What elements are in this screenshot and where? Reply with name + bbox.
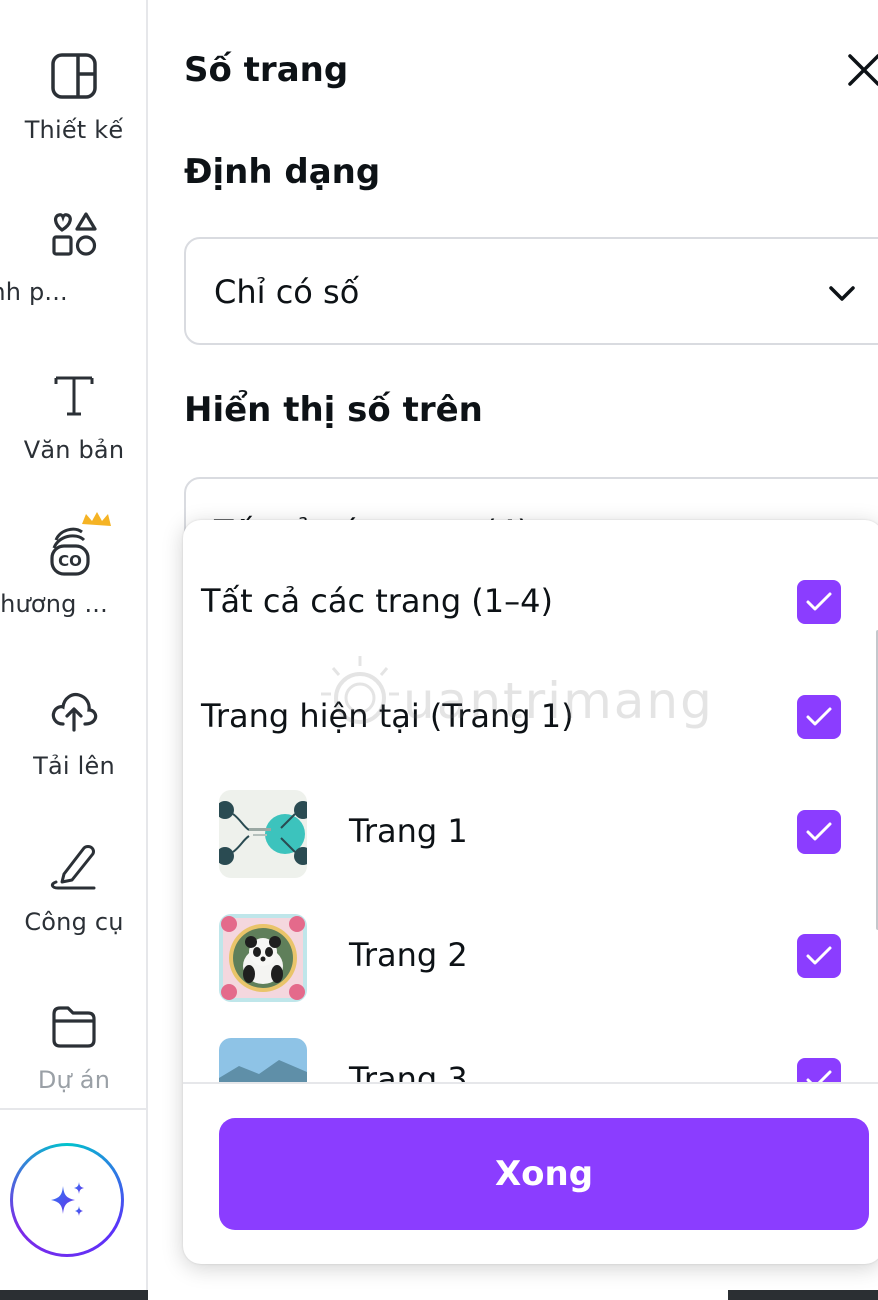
- checkbox[interactable]: [797, 1058, 841, 1082]
- draw-icon: [50, 845, 96, 890]
- sidebar-item-upload[interactable]: Tải lên: [0, 684, 148, 780]
- sparkles-icon: [51, 1182, 84, 1216]
- chevron-down-icon: [829, 286, 855, 301]
- sidebar-divider: [0, 1108, 148, 1110]
- show-on-label: Hiển thị số trên: [184, 390, 483, 430]
- sidebar-item-text[interactable]: Văn bản: [0, 370, 148, 464]
- checkbox[interactable]: [797, 580, 841, 624]
- done-button[interactable]: Xong: [219, 1118, 869, 1230]
- option-current-page[interactable]: Trang hiện tại (Trang 1): [183, 665, 878, 765]
- checkbox[interactable]: [797, 695, 841, 739]
- option-label: Trang 3: [349, 1060, 468, 1082]
- sidebar-item-label: hành p...: [0, 278, 68, 306]
- svg-text:CO: CO: [58, 552, 82, 570]
- option-label: Trang hiện tại (Trang 1): [201, 697, 574, 735]
- check-icon: [806, 707, 832, 726]
- option-page-3[interactable]: Trang 3: [183, 1028, 878, 1082]
- checkbox[interactable]: [797, 934, 841, 978]
- left-sidebar: Thiết kế hành p... Văn bản CO hương ...: [0, 0, 148, 1300]
- magic-button[interactable]: [10, 1143, 124, 1257]
- folder-icon: [52, 1006, 96, 1048]
- layout-icon: [51, 53, 97, 99]
- check-icon: [806, 1070, 832, 1082]
- check-icon: [806, 946, 832, 965]
- panel-title: Số trang: [184, 50, 349, 90]
- page-3-thumbnail: [219, 1038, 307, 1082]
- format-select[interactable]: Chỉ có số: [184, 237, 878, 345]
- sidebar-item-label: hương ...: [0, 590, 108, 618]
- sidebar-item-brand[interactable]: CO hương ...: [0, 512, 148, 618]
- sidebar-item-tools[interactable]: Công cụ: [0, 840, 148, 936]
- format-label: Định dạng: [184, 152, 381, 192]
- option-label: Tất cả các trang (1–4): [201, 582, 553, 620]
- option-all-pages[interactable]: Tất cả các trang (1–4): [183, 550, 878, 650]
- close-icon[interactable]: [844, 50, 878, 90]
- sidebar-item-label: Thiết kế: [24, 116, 124, 144]
- option-page-2[interactable]: Trang 2: [183, 904, 878, 1004]
- format-select-value: Chỉ có số: [214, 273, 360, 311]
- brand-kit-icon: CO: [50, 512, 111, 576]
- option-label: Trang 1: [349, 812, 468, 850]
- sidebar-item-label: Văn bản: [23, 436, 125, 464]
- page-2-thumbnail: [219, 914, 307, 1002]
- option-page-1[interactable]: Trang 1: [183, 780, 878, 880]
- check-icon: [806, 592, 832, 611]
- check-icon: [806, 822, 832, 841]
- checkbox[interactable]: [797, 810, 841, 854]
- sidebar-item-elements[interactable]: hành p...: [0, 208, 148, 306]
- text-icon: [54, 376, 94, 416]
- sidebar-item-label: Dự án: [37, 1066, 111, 1094]
- pages-list: Tất cả các trang (1–4) Trang hiện tại (T…: [183, 520, 878, 1082]
- cloud-upload-icon: [51, 692, 98, 732]
- pages-dropdown: Tất cả các trang (1–4) Trang hiện tại (T…: [183, 520, 878, 1264]
- sidebar-item-label: Công cụ: [24, 908, 124, 936]
- dropdown-divider: [183, 1082, 878, 1084]
- crown-icon: [82, 512, 111, 526]
- option-label: Trang 2: [349, 936, 468, 974]
- sidebar-item-label: Tải lên: [33, 752, 115, 780]
- elements-icon: [52, 212, 97, 256]
- sidebar-item-design[interactable]: Thiết kế: [0, 50, 148, 144]
- sidebar-item-projects[interactable]: Dự án: [0, 1000, 148, 1094]
- page-1-thumbnail: [219, 790, 307, 878]
- bottom-bar: [0, 1290, 878, 1300]
